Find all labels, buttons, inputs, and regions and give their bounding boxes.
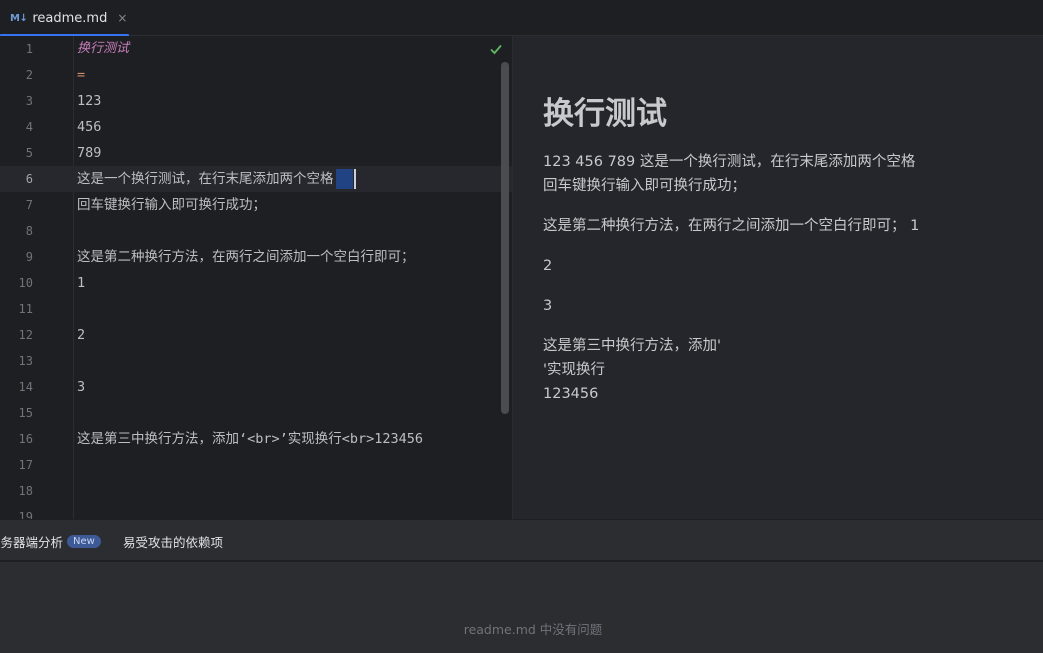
editor-line[interactable]: 18 (0, 478, 512, 504)
close-icon[interactable]: × (117, 11, 127, 25)
preview-paragraph: '实现换行 (543, 362, 605, 378)
line-content: 1 (77, 275, 86, 291)
line-text: 456 (77, 114, 101, 140)
editor-line[interactable]: 8 (0, 218, 512, 244)
line-number: 6 (25, 172, 33, 186)
editor-line[interactable]: 6 这是一个换行测试，在行末尾添加两个空格 (0, 166, 512, 192)
line-number: 19 (18, 510, 33, 519)
new-badge: New (67, 534, 101, 548)
preview-paragraph: 123 456 789 这是一个换行测试，在行末尾添加两个空格 (543, 154, 916, 170)
tab-vulnerable-dependencies[interactable]: 易受攻击的依赖项 (123, 520, 223, 562)
line-number: 1 (25, 42, 33, 56)
line-number: 15 (18, 406, 33, 420)
preview-paragraph: 123456 (543, 386, 599, 402)
line-number: 18 (18, 484, 33, 498)
preview-paragraph: 2 (543, 258, 553, 274)
line-number: 3 (25, 94, 33, 108)
line-number: 7 (25, 198, 33, 212)
line-content: 换行测试 (77, 41, 130, 56)
editor-tab-bar: M↓ readme.md × (0, 0, 1043, 37)
tab-label: 易受攻击的依赖项 (123, 534, 224, 550)
line-content: 2 (77, 327, 86, 343)
line-text: 这是第三中换行方法，添加‘<br>’实现换行<br>123456 (77, 426, 423, 452)
editor-line[interactable]: 12 2 (0, 322, 512, 348)
line-number: 5 (25, 146, 33, 160)
preview-paragraph: 回车键换行输入即可换行成功； (543, 178, 746, 194)
tab-server-analysis[interactable]: 服务器端分析 New (0, 520, 101, 562)
line-content: 3 (77, 379, 86, 395)
editor-line[interactable]: 17 (0, 452, 512, 478)
line-number: 14 (18, 380, 33, 394)
line-content: 这是第二种换行方法，在两行之间添加一个空白行即可； (77, 249, 415, 265)
text-caret (353, 169, 356, 189)
editor-line[interactable]: 4 456 (0, 114, 512, 140)
line-text: 回车键换行输入即可换行成功； (77, 192, 266, 218)
editor-line[interactable]: 15 (0, 400, 512, 426)
markdown-icon: M↓ (10, 12, 28, 24)
editor-line[interactable]: 3 123 (0, 88, 512, 114)
empty-state-message: readme.md 中没有问题 (463, 622, 603, 637)
line-text: 3 (77, 374, 85, 400)
editor-line[interactable]: 7 回车键换行输入即可换行成功； (0, 192, 512, 218)
line-content: 789 (77, 145, 102, 161)
editor-line[interactable]: 10 1 (0, 270, 512, 296)
preview-paragraph: 3 (543, 298, 553, 314)
editor-line[interactable]: 5 789 (0, 140, 512, 166)
line-text: 这是一个换行测试，在行末尾添加两个空格 (77, 166, 356, 192)
line-number: 10 (18, 276, 33, 290)
editor-scrollbar[interactable] (501, 62, 509, 414)
editor-line[interactable]: 1 换行测试 (0, 36, 512, 62)
line-number: 8 (25, 224, 33, 238)
preview-paragraph: 这是第二种换行方法，在两行之间添加一个空白行即可； 1 (543, 218, 920, 234)
line-content: 回车键换行输入即可换行成功； (77, 197, 266, 213)
line-text: 1 (77, 270, 85, 296)
line-number: 17 (18, 458, 33, 472)
line-text: 2 (77, 322, 85, 348)
line-text: 这是第二种换行方法，在两行之间添加一个空白行即可； (77, 244, 415, 270)
preview-heading: 换行测试 (543, 96, 667, 132)
check-icon[interactable] (489, 42, 503, 56)
preview-paragraph: 这是第三中换行方法，添加' (543, 338, 721, 354)
line-text: = (77, 62, 85, 88)
line-number: 13 (18, 354, 33, 368)
line-number: 11 (18, 302, 33, 316)
editor-line[interactable]: 11 (0, 296, 512, 322)
line-number: 16 (18, 432, 33, 446)
editor-line[interactable]: 14 3 (0, 374, 512, 400)
editor-line[interactable]: 16 这是第三中换行方法，添加‘<br>’实现换行<br>123456 (0, 426, 512, 452)
line-content: 这是第三中换行方法，添加‘<br>’实现换行<br>123456 (77, 431, 424, 447)
editor-line[interactable]: 19 (0, 504, 512, 519)
editor-line[interactable]: 13 (0, 348, 512, 374)
trailing-space-selection (335, 169, 353, 189)
line-text: 123 (77, 88, 101, 114)
line-number: 9 (25, 250, 33, 264)
line-content: 这是一个换行测试，在行末尾添加两个空格 (77, 171, 334, 187)
markdown-preview: 换行测试 123 456 789 这是一个换行测试，在行末尾添加两个空格 回车键… (512, 36, 1043, 519)
line-number: 4 (25, 120, 33, 134)
tab-label: readme.md (32, 10, 108, 26)
tab-readme[interactable]: M↓ readme.md × (0, 0, 129, 37)
line-text: 换行测试 (77, 36, 129, 62)
problems-tool-tabs: 服务器端分析 New 易受攻击的依赖项 (0, 519, 1043, 561)
line-number: 2 (25, 68, 33, 82)
line-text: 789 (77, 140, 101, 166)
problems-panel: readme.md 中没有问题 (0, 562, 1043, 653)
editor-line[interactable]: 9 这是第二种换行方法，在两行之间添加一个空白行即可； (0, 244, 512, 270)
editor-line[interactable]: 2 = (0, 62, 512, 88)
line-content: 456 (77, 119, 102, 135)
line-number: 12 (18, 328, 33, 342)
markdown-editor[interactable]: 1 换行测试 2 = 3 123 4 456 5 789 6 这是一个换行测试，在行末尾添加两个空格 7… (0, 36, 512, 519)
line-content: 123 (77, 93, 102, 109)
line-content: = (77, 67, 86, 83)
tab-label: 服务器端分析 (0, 534, 64, 550)
